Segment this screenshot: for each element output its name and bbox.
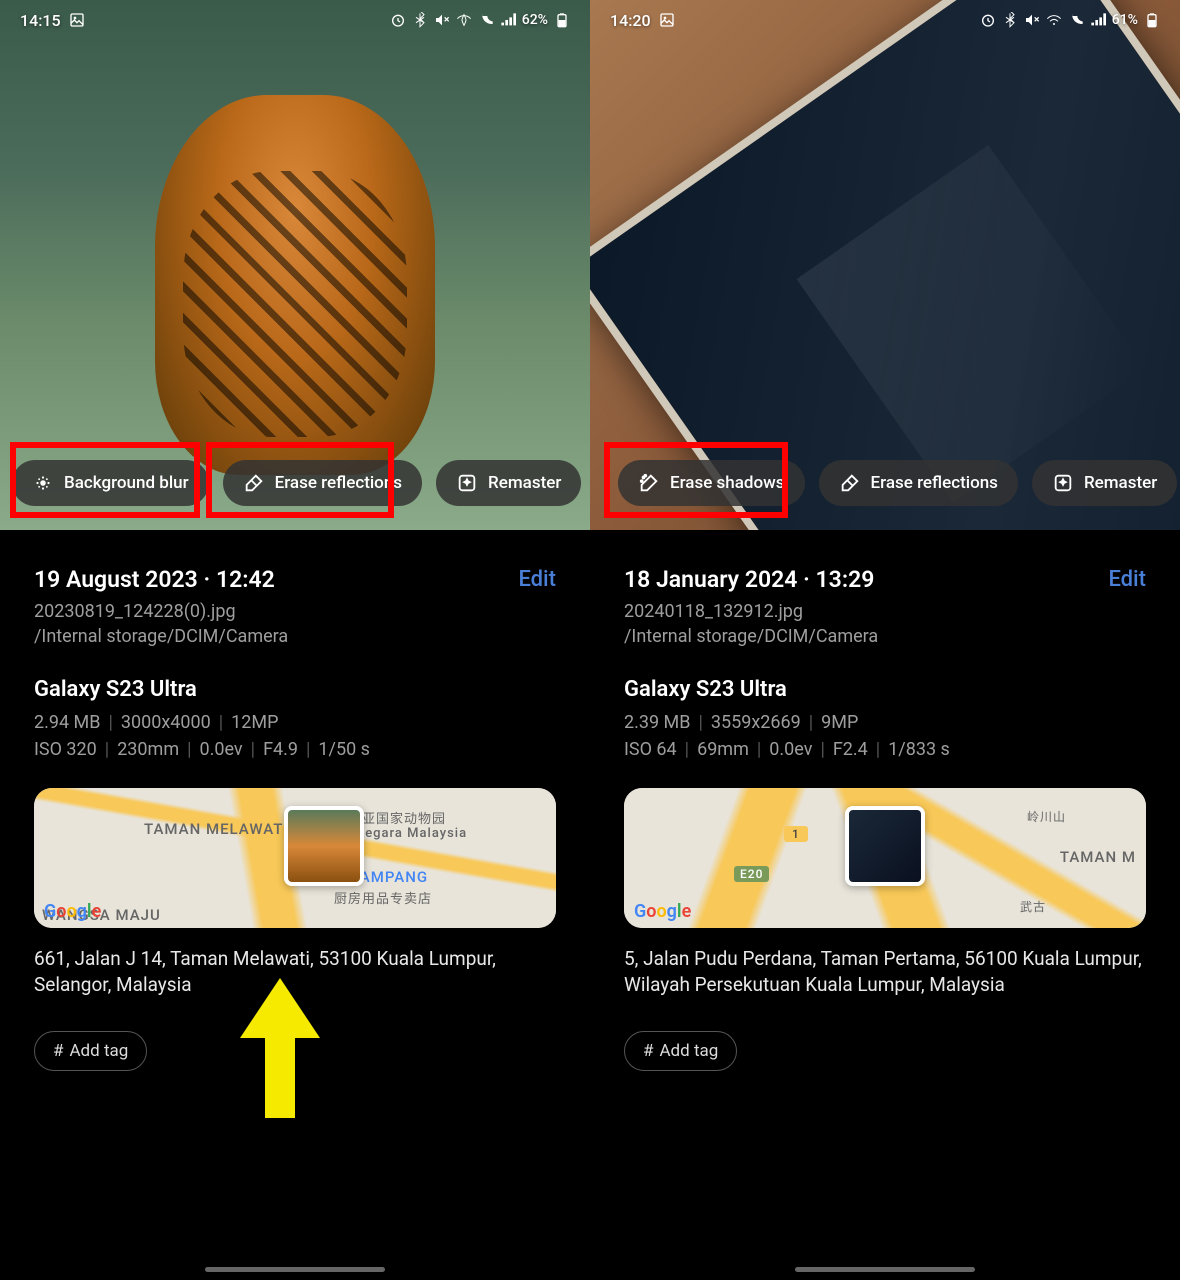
- location-address: 5, Jalan Pudu Perdana, Taman Pertama, 56…: [624, 946, 1146, 997]
- suggestion-pill-row: Erase shadows Erase reflections Remaster: [618, 460, 1180, 506]
- battery-icon: [554, 12, 570, 28]
- meta-line-2: ISO 320|230mm|0.0ev|F4.9|1/50 s: [34, 739, 556, 760]
- google-logo: Google: [634, 901, 691, 922]
- battery-percent: 62%: [522, 12, 548, 28]
- filepath: /Internal storage/DCIM/Camera: [34, 626, 556, 647]
- filepath: /Internal storage/DCIM/Camera: [624, 626, 1146, 647]
- wifi-icon: [456, 12, 472, 28]
- meta-line-1: 2.94 MB|3000x4000|12MP: [34, 712, 556, 733]
- edit-button[interactable]: Edit: [518, 567, 556, 592]
- blur-icon: [32, 472, 54, 494]
- pill-label: Remaster: [1084, 473, 1157, 493]
- bluetooth-icon: [412, 12, 428, 28]
- mute-icon: [434, 12, 450, 28]
- right-screenshot: 14:20 61% Erase shadows: [590, 0, 1180, 1280]
- remaster-icon: [1052, 472, 1074, 494]
- pill-label: Erase reflections: [871, 473, 998, 493]
- home-indicator[interactable]: [795, 1267, 975, 1272]
- status-bar: 14:15 62%: [0, 0, 590, 40]
- signal-icon: [1090, 12, 1106, 28]
- photo-date: 18 January 2024 · 13:29: [624, 566, 874, 593]
- erase-reflections-icon: [839, 472, 861, 494]
- erase-reflections-pill[interactable]: Erase reflections: [819, 460, 1018, 506]
- photo-preview[interactable]: 14:15 62% Background blur: [0, 0, 590, 530]
- google-logo: Google: [44, 901, 101, 922]
- bluetooth-icon: [1002, 12, 1018, 28]
- battery-icon: [1144, 12, 1160, 28]
- background-blur-pill[interactable]: Background blur: [12, 460, 209, 506]
- volte-icon: [1068, 12, 1084, 28]
- filename: 20230819_124228(0).jpg: [34, 601, 556, 622]
- photo-subject-phone: [590, 0, 1180, 530]
- meta-line-1: 2.39 MB|3559x2669|9MP: [624, 712, 1146, 733]
- hash-icon: #: [53, 1041, 63, 1061]
- device-model: Galaxy S23 Ultra: [34, 677, 556, 702]
- pill-label: Remaster: [488, 473, 561, 493]
- photo-preview[interactable]: 14:20 61% Erase shadows: [590, 0, 1180, 530]
- location-map[interactable]: E20 TAMAN M 1 岭川山 武古 Google: [624, 788, 1146, 928]
- location-map[interactable]: TAMAN MELAWATI AS AMPANG WANGSA MAJU 来西亚…: [34, 788, 556, 928]
- status-bar: 14:20 61%: [590, 0, 1180, 40]
- pill-label: Erase reflections: [275, 473, 402, 493]
- photo-date: 19 August 2023 · 12:42: [34, 566, 275, 593]
- annotation-arrow: [230, 968, 330, 1128]
- map-thumbnail: [284, 806, 364, 886]
- hash-icon: #: [643, 1041, 653, 1061]
- map-thumbnail: [845, 806, 925, 886]
- home-indicator[interactable]: [205, 1267, 385, 1272]
- remaster-pill[interactable]: Remaster: [1032, 460, 1177, 506]
- gallery-icon: [659, 12, 675, 28]
- edit-button[interactable]: Edit: [1108, 567, 1146, 592]
- pill-label: Erase shadows: [670, 473, 785, 493]
- erase-reflections-pill[interactable]: Erase reflections: [223, 460, 422, 506]
- battery-percent: 61%: [1112, 12, 1138, 28]
- photo-details-panel: 18 January 2024 · 13:29 Edit 20240118_13…: [590, 530, 1180, 1280]
- pill-label: Background blur: [64, 473, 189, 493]
- photo-details-panel: 19 August 2023 · 12:42 Edit 20230819_124…: [0, 530, 590, 1280]
- photo-subject-tiger: [155, 95, 435, 475]
- remaster-pill[interactable]: Remaster: [436, 460, 581, 506]
- device-model: Galaxy S23 Ultra: [624, 677, 1146, 702]
- add-tag-chip[interactable]: # Add tag: [624, 1031, 737, 1071]
- meta-line-2: ISO 64|69mm|0.0ev|F2.4|1/833 s: [624, 739, 1146, 760]
- suggestion-pill-row: Background blur Erase reflections Remast…: [12, 460, 590, 506]
- erase-reflections-icon: [243, 472, 265, 494]
- signal-icon: [500, 12, 516, 28]
- alarm-icon: [980, 12, 996, 28]
- add-tag-chip[interactable]: # Add tag: [34, 1031, 147, 1071]
- status-time: 14:15: [20, 11, 61, 30]
- left-screenshot: 14:15 62% Background blur: [0, 0, 590, 1280]
- mute-icon: [1024, 12, 1040, 28]
- wifi-icon: [1046, 12, 1062, 28]
- alarm-icon: [390, 12, 406, 28]
- gallery-icon: [69, 12, 85, 28]
- status-time: 14:20: [610, 11, 651, 30]
- erase-shadows-icon: [638, 472, 660, 494]
- erase-shadows-pill[interactable]: Erase shadows: [618, 460, 805, 506]
- remaster-icon: [456, 472, 478, 494]
- volte-icon: [478, 12, 494, 28]
- filename: 20240118_132912.jpg: [624, 601, 1146, 622]
